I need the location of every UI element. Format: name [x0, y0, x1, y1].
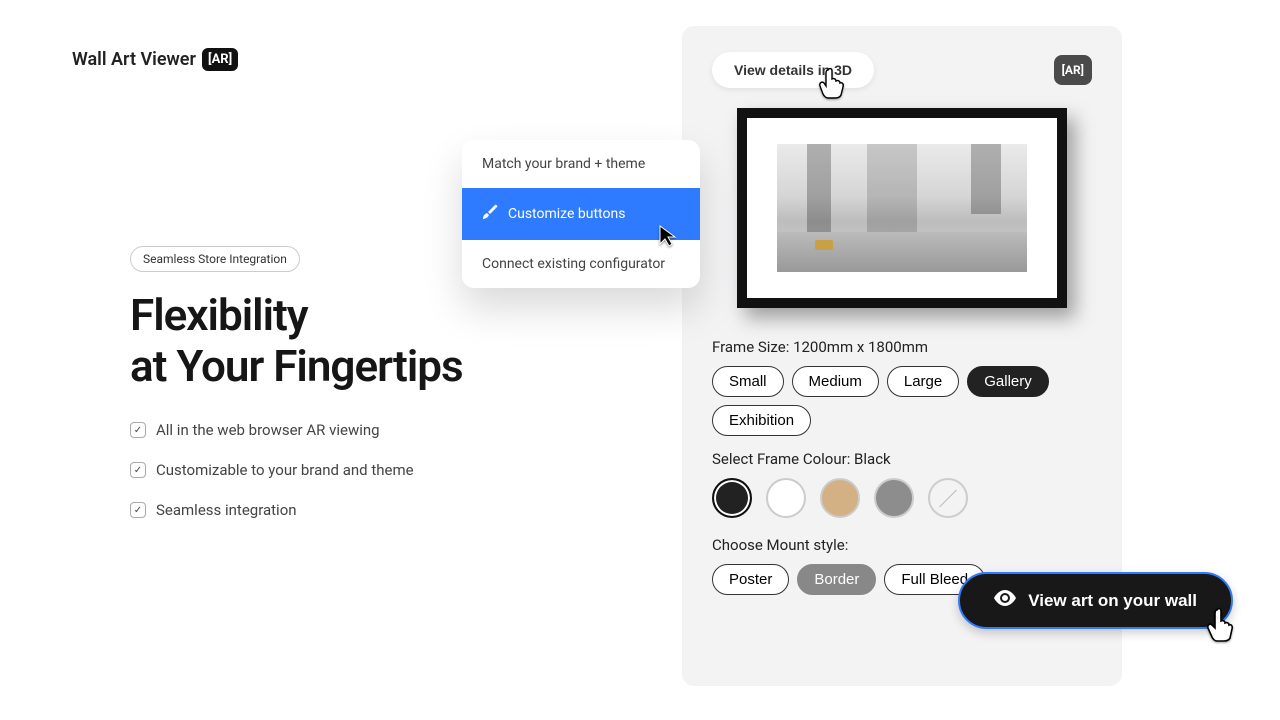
section-tag: Seamless Store Integration	[130, 246, 300, 272]
mount-style-label: Choose Mount style:	[712, 536, 1092, 554]
check-icon: ✓	[130, 502, 146, 518]
customize-dropdown[interactable]: Match your brand + theme Customize button…	[462, 140, 700, 288]
check-icon: ✓	[130, 422, 146, 438]
size-pill-large[interactable]: Large	[887, 366, 959, 397]
brush-icon	[482, 204, 498, 224]
left-content: Seamless Store Integration Flexibility a…	[130, 246, 650, 541]
swatch-oak[interactable]	[820, 478, 860, 518]
eye-icon	[994, 590, 1016, 611]
ar-chip[interactable]: [AR]	[1054, 55, 1092, 85]
cursor-hand-icon	[816, 66, 846, 104]
logo-badge: [AR]	[202, 48, 238, 71]
cta-label: View art on your wall	[1028, 591, 1197, 611]
feature-text: Customizable to your brand and theme	[156, 461, 414, 479]
size-pill-medium[interactable]: Medium	[792, 366, 879, 397]
dropdown-item[interactable]: Match your brand + theme	[462, 140, 700, 188]
swatch-grey[interactable]	[874, 478, 914, 518]
frame-size-label: Frame Size: 1200mm x 1800mm	[712, 338, 1092, 356]
size-pill-gallery[interactable]: Gallery	[967, 366, 1049, 397]
view-on-wall-button[interactable]: View art on your wall	[958, 572, 1233, 629]
feature-item: ✓ All in the web browser AR viewing	[130, 421, 650, 439]
frame-colour-label: Select Frame Colour: Black	[712, 450, 1092, 468]
cursor-hand-icon	[1204, 606, 1238, 648]
feature-text: All in the web browser AR viewing	[156, 421, 380, 439]
hero-line1: Flexibility	[130, 289, 308, 341]
feature-item: ✓ Customizable to your brand and theme	[130, 461, 650, 479]
logo: Wall Art Viewer [AR]	[72, 48, 238, 71]
mount-pill-poster[interactable]: Poster	[712, 564, 789, 595]
swatch-white[interactable]	[766, 478, 806, 518]
check-icon: ✓	[130, 462, 146, 478]
swatch-none[interactable]	[928, 478, 968, 518]
logo-text: Wall Art Viewer	[72, 49, 196, 70]
mount-pill-border[interactable]: Border	[797, 564, 876, 595]
feature-list: ✓ All in the web browser AR viewing ✓ Custo…	[130, 421, 650, 519]
swatch-black[interactable]	[712, 478, 752, 518]
hero-heading: Flexibility at Your Fingertips	[130, 290, 650, 391]
card-top-row: View details in 3D [AR]	[712, 52, 1092, 88]
hero-line2: at Your Fingertips	[130, 340, 463, 392]
feature-text: Seamless integration	[156, 501, 297, 519]
size-pill-exhibition[interactable]: Exhibition	[712, 405, 811, 436]
view-3d-button[interactable]: View details in 3D	[712, 52, 874, 88]
framed-artwork	[737, 108, 1067, 308]
cursor-arrow-icon	[658, 224, 680, 252]
feature-item: ✓ Seamless integration	[130, 501, 650, 519]
size-pill-small[interactable]: Small	[712, 366, 784, 397]
dropdown-label: Customize buttons	[508, 206, 625, 222]
frame-colour-row	[712, 478, 1092, 518]
frame-size-row: Small Medium Large Gallery Exhibition	[712, 366, 1092, 436]
